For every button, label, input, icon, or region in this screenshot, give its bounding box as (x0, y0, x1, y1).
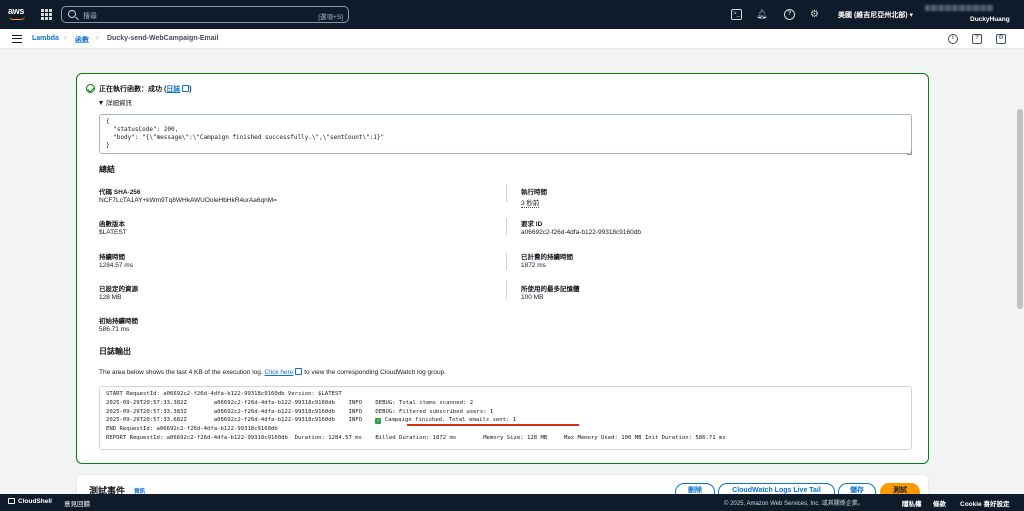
cookie-preferences-link[interactable]: Cookie 喜好設定 (960, 498, 1009, 508)
cloudshell-icon[interactable]: >_ (731, 9, 742, 20)
feedback-link[interactable]: 意見回饋 (64, 498, 90, 508)
scrollbar[interactable] (1016, 49, 1024, 494)
exec-time-label: 執行時間 (521, 189, 547, 196)
divider (506, 281, 507, 299)
feedback-icon[interactable]: ? (972, 34, 982, 44)
log-highlight: Campaign finished. Total emails sent: 1 (384, 417, 517, 424)
exec-time-value: 3 秒前 (521, 197, 540, 208)
account-id-redacted (925, 5, 993, 11)
search-input[interactable]: 搜尋 [選項+S] (61, 6, 349, 23)
search-icon (68, 10, 76, 18)
details-toggle[interactable]: 詳細資訊 (99, 97, 132, 107)
max-memory-value: 100 MB (521, 294, 544, 301)
bell-icon[interactable]: 🔔︎ (756, 9, 767, 20)
version-label: 函數版本 (99, 221, 125, 228)
response-output[interactable]: { "statusCode": 200, "body": "{\"message… (99, 114, 912, 154)
menu-icon[interactable] (12, 35, 22, 43)
duration-value: 1284.57 ms (99, 262, 133, 269)
cloudshell-button[interactable]: CloudShell (8, 498, 52, 505)
log-output[interactable]: START RequestId: a06692c2-f26d-4dfa-b122… (99, 386, 912, 450)
copyright: © 2025, Amazon Web Services, Inc. 或其關係企業… (724, 501, 864, 507)
success-check-icon (86, 84, 95, 93)
code-sha-label: 代碼 SHA-256 (99, 189, 141, 196)
breadcrumb-functions[interactable]: 函數 (75, 35, 89, 45)
execution-status: 正在執行函數：成功 (日誌) (99, 85, 192, 93)
execution-result-panel: 正在執行函數：成功 (日誌) 詳細資訊 { "statusCode": 200,… (76, 73, 929, 464)
aws-logo[interactable]: aws (8, 6, 28, 22)
code-sha-value: NCF7LcTA1AY+kWm9Tq8WHkAWUOoleHbHkR4urAa6… (99, 197, 277, 204)
request-id-value: a06692c2-f26d-4dfa-b122-99318c9160db (521, 229, 641, 236)
services-grid-icon[interactable] (41, 9, 52, 20)
max-memory-label: 所使用的最多記憶體 (521, 286, 580, 293)
breadcrumb-lambda[interactable]: Lambda (32, 35, 59, 42)
settings-icon[interactable]: ⚙ (996, 34, 1006, 44)
log-description: The area below shows the last 4 KB of th… (99, 368, 446, 376)
help-icon[interactable]: ? (784, 9, 795, 20)
divider (506, 218, 507, 236)
breadcrumb-separator: › (96, 35, 99, 42)
footer: CloudShell 意見回饋 © 2025, Amazon Web Servi… (0, 494, 1024, 511)
log-output-title: 日誌輸出 (99, 347, 131, 356)
check-mark-icon: ✓ (375, 417, 382, 424)
privacy-link[interactable]: 隱私權 (902, 498, 922, 508)
divider (506, 184, 507, 202)
top-navigation: aws 搜尋 [選項+S] >_ 🔔︎ ? ⚙ 美國 (維吉尼亞州北部) ▾ D… (0, 0, 1024, 29)
region-selector[interactable]: 美國 (維吉尼亞州北部) ▾ (838, 10, 913, 20)
request-id-label: 要求 ID (521, 221, 543, 228)
resources-value: 128 MB (99, 294, 122, 301)
external-link-icon[interactable] (182, 85, 190, 92)
info-icon[interactable]: i (948, 34, 958, 44)
scrollbar-thumb[interactable] (1017, 109, 1023, 309)
billed-duration-label: 已計費的持續時間 (521, 254, 573, 261)
init-duration-label: 初始持續時間 (99, 318, 138, 325)
cloudwatch-link[interactable]: Click here (265, 369, 294, 376)
external-link-icon[interactable] (295, 368, 303, 375)
logs-link[interactable]: 日誌 (166, 86, 180, 93)
duration-label: 持續時間 (99, 254, 125, 261)
breadcrumb-current: Ducky-send-WebCampaign-Email (107, 35, 219, 42)
billed-duration-value: 1872 ms (521, 262, 546, 269)
resources-label: 已設定的資源 (99, 286, 138, 293)
gear-icon[interactable]: ⚙ (809, 9, 820, 20)
aws-smile-icon (9, 16, 25, 20)
breadcrumb-separator: › (64, 35, 67, 42)
user-menu[interactable]: DuckyHuang (970, 16, 1010, 23)
cloudshell-icon (8, 498, 15, 504)
divider (506, 252, 507, 270)
search-shortcut: [選項+S] (318, 14, 343, 21)
highlight-underline (407, 424, 579, 426)
init-duration-value: 586.71 ms (99, 326, 130, 333)
terms-link[interactable]: 條款 (933, 498, 946, 508)
caret-down-icon (99, 101, 103, 105)
summary-title: 總結 (99, 165, 115, 174)
breadcrumb-bar: Lambda › 函數 › Ducky-send-WebCampaign-Ema… (0, 29, 1024, 49)
resize-handle[interactable] (907, 150, 912, 155)
version-value: $LATEST (99, 229, 127, 236)
